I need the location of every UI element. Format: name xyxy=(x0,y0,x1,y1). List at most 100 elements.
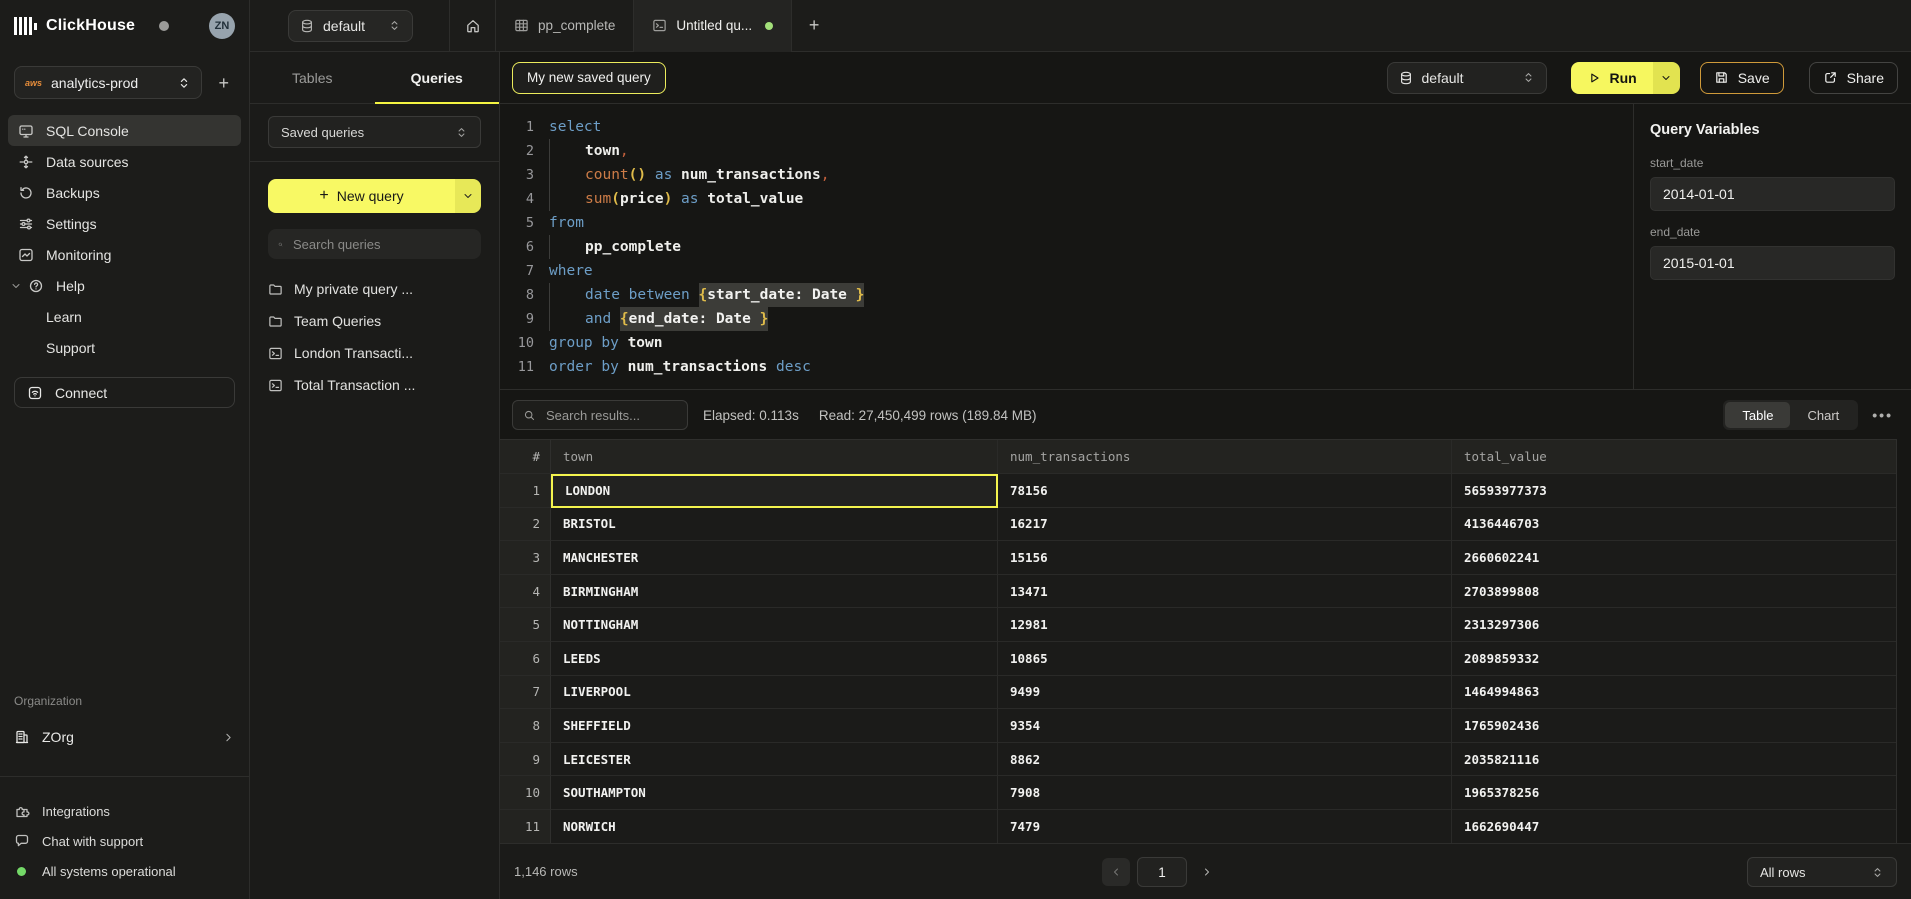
avatar[interactable]: ZN xyxy=(209,13,235,39)
table-cell[interactable]: 56593977373 xyxy=(1452,474,1897,508)
save-button[interactable]: Save xyxy=(1700,62,1784,94)
table-cell[interactable]: 3 xyxy=(500,541,551,575)
run-button[interactable]: Run xyxy=(1571,62,1680,94)
table-cell[interactable]: 9499 xyxy=(998,676,1452,710)
table-cell[interactable]: BIRMINGHAM xyxy=(551,575,998,609)
table-cell[interactable]: 1 xyxy=(500,474,551,508)
sidebar-item-help[interactable]: Help xyxy=(8,270,241,301)
table-cell[interactable]: 78156 xyxy=(998,474,1452,508)
sidebar-item-monitoring[interactable]: Monitoring xyxy=(8,239,241,270)
table-row: 9LEICESTER88622035821116 xyxy=(500,743,1896,777)
table-cell[interactable]: 2313297306 xyxy=(1452,608,1897,642)
table-cell[interactable]: NORWICH xyxy=(551,810,998,843)
view-table-button[interactable]: Table xyxy=(1725,402,1790,428)
sidebar-item-learn[interactable]: Learn xyxy=(8,301,241,332)
system-status[interactable]: All systems operational xyxy=(14,856,235,886)
saved-queries-selector[interactable]: Saved queries xyxy=(268,116,481,148)
table-cell[interactable]: SOUTHAMPTON xyxy=(551,776,998,810)
start-date-input[interactable] xyxy=(1650,177,1895,211)
table-cell[interactable]: 9 xyxy=(500,743,551,777)
table-cell[interactable]: 10 xyxy=(500,776,551,810)
sidebar-item-sql-console[interactable]: SQL Console xyxy=(8,115,241,146)
table-cell[interactable]: 5 xyxy=(500,608,551,642)
table-cell[interactable]: 1965378256 xyxy=(1452,776,1897,810)
sql-editor[interactable]: 1select2town,3count() as num_transaction… xyxy=(500,104,1633,389)
table-cell[interactable]: 6 xyxy=(500,642,551,676)
table-cell[interactable]: 2703899808 xyxy=(1452,575,1897,609)
service-selector[interactable]: aws analytics-prod xyxy=(14,66,202,99)
table-cell[interactable]: 7908 xyxy=(998,776,1452,810)
end-date-input[interactable] xyxy=(1650,246,1895,280)
new-query-dropdown[interactable] xyxy=(455,179,481,213)
results-more-menu-icon[interactable]: ••• xyxy=(1872,407,1893,423)
sidebar-item-data-sources[interactable]: Data sources xyxy=(8,146,241,177)
table-cell[interactable]: 9354 xyxy=(998,709,1452,743)
tab-pp-complete[interactable]: pp_complete xyxy=(495,0,633,52)
connect-button[interactable]: Connect xyxy=(14,377,235,408)
table-cell[interactable]: 1464994863 xyxy=(1452,676,1897,710)
table-cell[interactable]: 4136446703 xyxy=(1452,508,1897,542)
home-tab[interactable] xyxy=(449,0,495,52)
sidebar-item-integrations[interactable]: Integrations xyxy=(14,796,235,826)
sidebar-item-support[interactable]: Support xyxy=(8,332,241,363)
sidebar-item-settings[interactable]: Settings xyxy=(8,208,241,239)
view-chart-button[interactable]: Chart xyxy=(1790,402,1856,428)
sidebar-item-backups[interactable]: Backups xyxy=(8,177,241,208)
column-header[interactable]: total_value xyxy=(1452,440,1897,474)
refresh-icon[interactable] xyxy=(413,18,449,34)
tab-queries[interactable]: Queries xyxy=(375,52,500,103)
search-results-input[interactable] xyxy=(544,407,677,424)
table-cell[interactable]: NOTTINGHAM xyxy=(551,608,998,642)
tab-tables[interactable]: Tables xyxy=(250,52,375,103)
table-cell[interactable]: SHEFFIELD xyxy=(551,709,998,743)
share-button[interactable]: Share xyxy=(1809,62,1898,94)
table-cell[interactable]: 11 xyxy=(500,810,551,843)
table-cell[interactable]: 8 xyxy=(500,709,551,743)
sidebar-item-chat-support[interactable]: Chat with support xyxy=(14,826,235,856)
table-cell[interactable]: 1765902436 xyxy=(1452,709,1897,743)
table-cell[interactable]: 12981 xyxy=(998,608,1452,642)
table-cell[interactable]: MANCHESTER xyxy=(551,541,998,575)
new-query-button[interactable]: + New query xyxy=(268,179,481,213)
table-cell[interactable]: 2089859332 xyxy=(1452,642,1897,676)
table-cell[interactable]: 2 xyxy=(500,508,551,542)
topbar-database-selector[interactable]: default xyxy=(288,10,413,42)
table-cell[interactable]: LIVERPOOL xyxy=(551,676,998,710)
tab-untitled-query[interactable]: Untitled qu... xyxy=(633,0,792,52)
table-cell[interactable]: 16217 xyxy=(998,508,1452,542)
saved-query-tab[interactable]: My new saved query xyxy=(512,62,666,94)
query-list-item[interactable]: Team Queries xyxy=(268,305,481,337)
previous-page-button[interactable] xyxy=(1102,858,1130,886)
new-tab-button[interactable]: + xyxy=(792,0,836,52)
table-cell[interactable]: 13471 xyxy=(998,575,1452,609)
page-size-selector[interactable]: All rows xyxy=(1747,857,1897,887)
table-cell[interactable]: BRISTOL xyxy=(551,508,998,542)
table-cell[interactable]: 2035821116 xyxy=(1452,743,1897,777)
table-cell[interactable]: 4 xyxy=(500,575,551,609)
run-database-selector[interactable]: default xyxy=(1387,62,1547,94)
organization-switcher[interactable]: ZOrg xyxy=(14,722,235,752)
query-list-item[interactable]: London Transacti... xyxy=(268,337,481,369)
query-list-item[interactable]: Total Transaction ... xyxy=(268,369,481,401)
column-header[interactable]: # xyxy=(500,440,551,474)
column-header[interactable]: town xyxy=(551,440,998,474)
run-options-dropdown[interactable] xyxy=(1653,62,1680,94)
table-cell[interactable]: LONDON xyxy=(551,474,998,508)
column-header[interactable]: num_transactions xyxy=(998,440,1452,474)
table-cell[interactable]: 10865 xyxy=(998,642,1452,676)
search-queries-input[interactable] xyxy=(291,236,471,253)
chevron-right-icon xyxy=(222,731,235,744)
current-page[interactable]: 1 xyxy=(1137,857,1187,887)
query-list-item[interactable]: My private query ... xyxy=(268,273,481,305)
table-cell[interactable]: 8862 xyxy=(998,743,1452,777)
table-cell[interactable]: 15156 xyxy=(998,541,1452,575)
table-cell[interactable]: 7479 xyxy=(998,810,1452,843)
table-cell[interactable]: LEICESTER xyxy=(551,743,998,777)
add-service-button[interactable]: + xyxy=(212,72,235,94)
collapse-sidebar-icon[interactable] xyxy=(250,18,284,34)
table-cell[interactable]: 2660602241 xyxy=(1452,541,1897,575)
table-cell[interactable]: 7 xyxy=(500,676,551,710)
table-cell[interactable]: 1662690447 xyxy=(1452,810,1897,843)
next-page-button[interactable] xyxy=(1194,858,1220,886)
table-cell[interactable]: LEEDS xyxy=(551,642,998,676)
